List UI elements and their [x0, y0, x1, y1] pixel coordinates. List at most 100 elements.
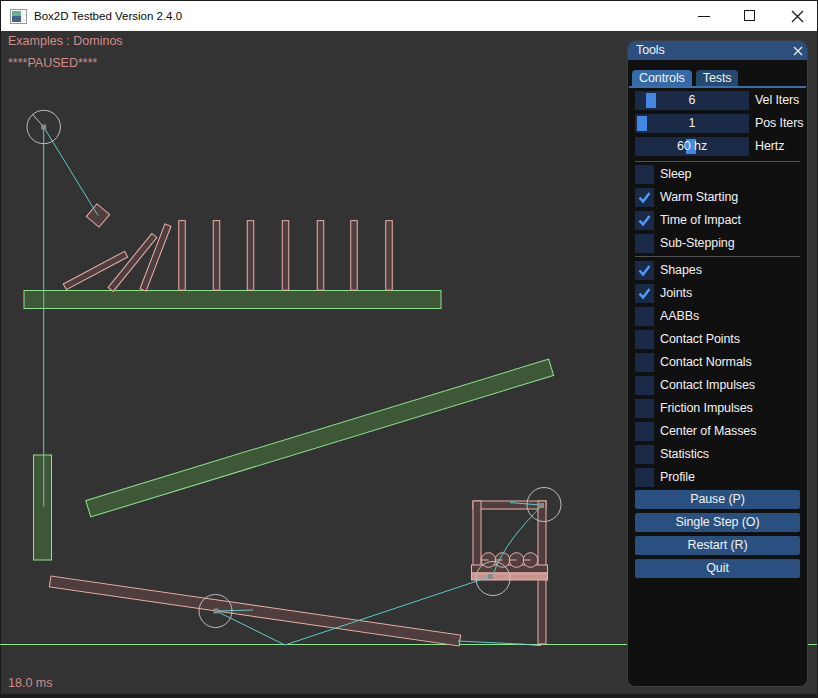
maximize-button[interactable]: [727, 1, 773, 31]
domino: [317, 221, 324, 291]
domino: [282, 221, 289, 291]
checkbox-label: Sub-Stepping: [660, 234, 735, 253]
checkbox-row-contact-points[interactable]: Contact Points: [628, 330, 807, 349]
hertz-slider[interactable]: 60 hz: [635, 137, 749, 156]
tab-controls[interactable]: Controls: [632, 70, 692, 86]
checkbox-row-joints[interactable]: Joints: [628, 284, 807, 303]
joint-anchor: [214, 609, 219, 614]
tools-panel-titlebar[interactable]: Tools: [628, 41, 807, 60]
checkbox[interactable]: [635, 211, 654, 230]
checkbox-label: Profile: [660, 468, 695, 487]
checkbox-row-sleep[interactable]: Sleep: [628, 165, 807, 184]
slider-value: 1: [635, 114, 749, 133]
slider-label: Hertz: [755, 137, 784, 156]
slider-row: 6 Vel Iters: [628, 91, 807, 110]
tools-panel: Tools ControlsTests 6 Vel Iters 1 Pos It…: [628, 41, 807, 686]
checkbox[interactable]: [635, 468, 654, 487]
frame-left-post: [473, 501, 481, 572]
tools-close-icon: [793, 46, 803, 56]
checkbox-row-contact-normals[interactable]: Contact Normals: [628, 353, 807, 372]
checkbox-label: Friction Impulses: [660, 399, 753, 418]
checkbox[interactable]: [635, 188, 654, 207]
window-title: Box2D Testbed Version 2.4.0: [34, 1, 182, 31]
check-icon: [635, 284, 654, 303]
joint-line: [458, 641, 520, 644]
check-icon: [635, 188, 654, 207]
pause-p-button[interactable]: Pause (P): [635, 490, 800, 509]
checkbox[interactable]: [635, 445, 654, 464]
check-icon: [635, 261, 654, 280]
joint-anchor: [41, 125, 46, 130]
checkbox-row-friction-impulses[interactable]: Friction Impulses: [628, 399, 807, 418]
checkbox-label: Warm Starting: [660, 188, 738, 207]
close-button[interactable]: [774, 1, 818, 31]
check-icon: [635, 211, 654, 230]
checkbox[interactable]: [635, 261, 654, 280]
paused-label: ****PAUSED****: [8, 56, 97, 70]
seesaw-plank: [49, 576, 460, 646]
checkbox[interactable]: [635, 399, 654, 418]
checkbox[interactable]: [635, 165, 654, 184]
app-window: Box2D Testbed Version 2.4.0 Examples : D…: [0, 0, 818, 698]
checkbox-row-warm-starting[interactable]: Warm Starting: [628, 188, 807, 207]
domino: [386, 221, 393, 291]
minimize-button[interactable]: [681, 1, 727, 31]
checkbox-row-contact-impulses[interactable]: Contact Impulses: [628, 376, 807, 395]
checkbox[interactable]: [635, 307, 654, 326]
slider-row: 60 hz Hertz: [628, 137, 807, 156]
tools-close-button[interactable]: [793, 46, 803, 56]
domino: [213, 221, 220, 291]
slider-row: 1 Pos Iters: [628, 114, 807, 133]
checkbox-row-sub-stepping[interactable]: Sub-Stepping: [628, 234, 807, 253]
checkbox[interactable]: [635, 330, 654, 349]
tab-bar: ControlsTests: [632, 70, 738, 86]
checkbox[interactable]: [635, 234, 654, 253]
checkbox-label: Joints: [660, 284, 692, 303]
checkbox-label: Contact Points: [660, 330, 740, 349]
separator: [635, 161, 800, 162]
app-icon: [10, 9, 27, 24]
checkbox-label: Statistics: [660, 445, 709, 464]
checkbox-row-shapes[interactable]: Shapes: [628, 261, 807, 280]
restart-r-button[interactable]: Restart (R): [635, 536, 800, 555]
minimize-icon: [698, 16, 710, 17]
checkbox[interactable]: [635, 353, 654, 372]
slider-value: 6: [635, 91, 749, 110]
checkbox-row-center-of-masses[interactable]: Center of Masses: [628, 422, 807, 441]
checkbox-row-statistics[interactable]: Statistics: [628, 445, 807, 464]
pos-iters-slider[interactable]: 1: [635, 114, 749, 133]
frame-shelf: [472, 565, 548, 573]
checkbox-label: Contact Impulses: [660, 376, 755, 395]
checkbox-row-time-of-impact[interactable]: Time of Impact: [628, 211, 807, 230]
vel-iters-slider[interactable]: 6: [635, 91, 749, 110]
checkbox[interactable]: [635, 376, 654, 395]
tools-panel-title: Tools: [636, 43, 665, 57]
checkbox[interactable]: [635, 422, 654, 441]
checkbox-row-profile[interactable]: Profile: [628, 468, 807, 487]
domino: [247, 221, 254, 291]
single-step-o-button[interactable]: Single Step (O): [635, 513, 800, 532]
quit-button[interactable]: Quit: [635, 559, 800, 578]
checkbox-label: Shapes: [660, 261, 702, 280]
domino-platform: [24, 291, 441, 309]
checkbox-label: AABBs: [660, 307, 699, 326]
domino-fallen: [140, 224, 171, 291]
checkbox-label: Time of Impact: [660, 211, 741, 230]
joint-line: [44, 127, 98, 216]
checkbox-label: Sleep: [660, 165, 691, 184]
slider-value: 60 hz: [635, 137, 749, 156]
frame-time-label: 18.0 ms: [8, 676, 52, 690]
domino: [179, 221, 186, 291]
tab-underline: [629, 86, 806, 88]
slider-label: Pos Iters: [755, 114, 803, 133]
checkbox-row-aabbs[interactable]: AABBs: [628, 307, 807, 326]
maximize-icon: [744, 10, 755, 21]
titlebar: Box2D Testbed Version 2.4.0: [1, 1, 817, 31]
tab-tests[interactable]: Tests: [696, 70, 739, 86]
domino: [351, 221, 358, 291]
slanted-beam: [86, 359, 554, 517]
checkbox[interactable]: [635, 284, 654, 303]
checkbox-label: Contact Normals: [660, 353, 752, 372]
joint-anchor: [488, 574, 493, 579]
joint-anchor: [539, 503, 544, 508]
